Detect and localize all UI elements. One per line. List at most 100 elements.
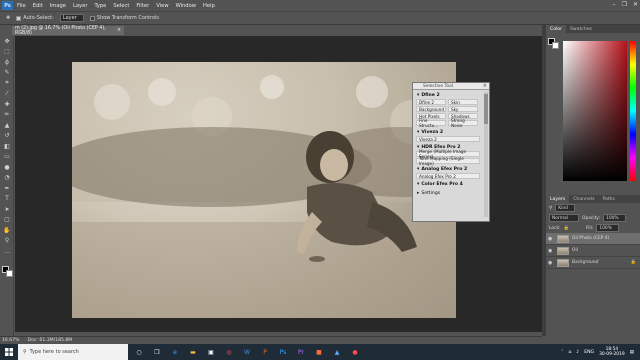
crop-tool-icon[interactable]: ⌗: [0, 78, 14, 89]
transform-controls-option[interactable]: Show Transform Controls: [89, 15, 159, 21]
menu-edit[interactable]: Edit: [33, 3, 43, 9]
section-viveza[interactable]: ▾ Viveza 2: [413, 129, 489, 136]
more-tools-icon[interactable]: …: [0, 246, 14, 257]
background-color-swatch[interactable]: [552, 42, 559, 49]
close-icon[interactable]: ✕: [633, 1, 638, 8]
lock-icon[interactable]: 🔒: [564, 226, 569, 231]
auto-select-dropdown[interactable]: Layer: [59, 14, 84, 22]
menu-layer[interactable]: Layer: [73, 3, 87, 9]
preset-tone-mapping[interactable]: Tone Mapping (Single Image): [416, 156, 480, 166]
selective-tool-title[interactable]: Selective Tool: [413, 83, 489, 90]
word-icon[interactable]: W: [240, 346, 254, 358]
clock[interactable]: 18:54 30-09-2019: [599, 347, 625, 357]
tab-layers[interactable]: Layers: [546, 195, 570, 203]
app-icon[interactable]: ▲: [330, 346, 344, 358]
eyedropper-tool-icon[interactable]: ⁄: [0, 89, 14, 100]
menu-image[interactable]: Image: [50, 3, 66, 9]
tab-close-icon[interactable]: ×: [117, 28, 121, 33]
preset-background[interactable]: Background: [416, 106, 446, 112]
maximize-icon[interactable]: ❐: [622, 1, 627, 8]
preset-viveza-2[interactable]: Viveza 2: [416, 136, 480, 142]
cortana-icon[interactable]: ○: [132, 346, 146, 358]
rectangle-tool-icon[interactable]: ▢: [0, 215, 14, 226]
gradient-tool-icon[interactable]: ▭: [0, 152, 14, 163]
minimize-icon[interactable]: –: [613, 1, 616, 8]
blend-mode-dropdown[interactable]: Normal: [549, 214, 579, 222]
preset-analog-efex-2[interactable]: Analog Efex Pro 2: [416, 173, 480, 179]
menu-view[interactable]: View: [156, 3, 168, 9]
layer-row[interactable]: ◉ Oil Photo (CEP 4): [546, 233, 640, 245]
file-explorer-icon[interactable]: ▬: [186, 346, 200, 358]
eye-icon[interactable]: ◉: [548, 236, 554, 242]
task-view-icon[interactable]: ❒: [150, 346, 164, 358]
tab-color[interactable]: Color: [546, 25, 566, 33]
opacity-field[interactable]: 100%: [603, 214, 626, 222]
move-tool-icon[interactable]: ✥: [6, 15, 10, 21]
preset-sky[interactable]: Sky: [448, 106, 478, 112]
preset-fine-structure[interactable]: Fine Structu...: [416, 118, 446, 128]
marquee-tool-icon[interactable]: ⬚: [0, 47, 14, 58]
hue-slider[interactable]: [630, 41, 636, 181]
preset-strong-noise[interactable]: Strong Noise: [448, 118, 478, 128]
auto-select-checkbox[interactable]: [16, 15, 22, 21]
chevron-up-icon[interactable]: ˄: [561, 350, 563, 355]
preset-dfine-2[interactable]: Dfine 2: [416, 99, 446, 105]
move-tool-icon[interactable]: ✥: [0, 36, 14, 47]
eye-icon[interactable]: ◉: [548, 260, 554, 266]
menu-file[interactable]: File: [17, 3, 26, 9]
notification-icon[interactable]: ▤: [630, 350, 634, 355]
taskbar-search-box[interactable]: ⚲ Type here to search: [18, 344, 128, 360]
path-selection-tool-icon[interactable]: ➤: [0, 204, 14, 215]
zoom-level[interactable]: 16.67%: [2, 338, 20, 343]
preset-skin[interactable]: Skin: [448, 99, 478, 105]
app-icon[interactable]: ●: [348, 346, 362, 358]
close-icon[interactable]: ×: [483, 83, 487, 89]
dodge-tool-icon[interactable]: ◔: [0, 173, 14, 184]
eraser-tool-icon[interactable]: ◧: [0, 141, 14, 152]
start-button[interactable]: [0, 344, 18, 360]
app-icon[interactable]: ■: [312, 346, 326, 358]
section-color-efex[interactable]: ▾ Color Efex Pro 4: [413, 181, 489, 188]
healing-brush-tool-icon[interactable]: ✚: [0, 99, 14, 110]
brush-tool-icon[interactable]: ✏: [0, 110, 14, 121]
store-icon[interactable]: ▣: [204, 346, 218, 358]
section-dfine[interactable]: ▾ Dfine 2: [413, 92, 489, 99]
section-settings[interactable]: ▸ Settings: [413, 190, 489, 197]
tab-swatches[interactable]: Swatches: [566, 25, 596, 33]
tab-paths[interactable]: Paths: [598, 195, 619, 203]
color-field[interactable]: [563, 41, 627, 181]
menu-filter[interactable]: Filter: [136, 3, 149, 9]
layer-row[interactable]: ◉ Oil: [546, 245, 640, 257]
menu-type[interactable]: Type: [94, 3, 106, 9]
type-tool-icon[interactable]: T: [0, 194, 14, 205]
language-indicator[interactable]: ENG: [584, 350, 594, 355]
volume-icon[interactable]: ♪: [576, 350, 579, 355]
menu-select[interactable]: Select: [113, 3, 129, 9]
background-color-swatch[interactable]: [6, 270, 13, 277]
chrome-icon[interactable]: ◍: [222, 346, 236, 358]
zoom-tool-icon[interactable]: ⚲: [0, 236, 14, 247]
menu-help[interactable]: Help: [203, 3, 215, 9]
fill-field[interactable]: 100%: [596, 224, 619, 232]
kind-dropdown[interactable]: Kind: [555, 204, 575, 212]
network-icon[interactable]: ⌂: [568, 350, 571, 355]
transform-controls-checkbox[interactable]: [89, 15, 95, 21]
lasso-tool-icon[interactable]: ϕ: [0, 57, 14, 68]
quick-select-tool-icon[interactable]: ✎: [0, 68, 14, 79]
photoshop-taskbar-icon[interactable]: Ps: [276, 346, 290, 358]
tab-channels[interactable]: Channels: [569, 195, 598, 203]
pen-tool-icon[interactable]: ✒: [0, 183, 14, 194]
menu-window[interactable]: Window: [176, 3, 196, 9]
section-analog-efex[interactable]: ▾ Analog Efex Pro 2: [413, 166, 489, 173]
premiere-icon[interactable]: Pr: [294, 346, 308, 358]
blur-tool-icon[interactable]: ●: [0, 162, 14, 173]
eye-icon[interactable]: ◉: [548, 248, 554, 254]
layer-row[interactable]: ◉ Background 🔒: [546, 257, 640, 269]
history-brush-tool-icon[interactable]: ↺: [0, 131, 14, 142]
document-image[interactable]: [72, 62, 456, 318]
powerpoint-icon[interactable]: P: [258, 346, 272, 358]
selective-tool-scrollbar[interactable]: [484, 92, 488, 217]
edge-icon[interactable]: e: [168, 346, 182, 358]
auto-select-option[interactable]: Auto-Select:: [16, 15, 54, 21]
hand-tool-icon[interactable]: ✋: [0, 225, 14, 236]
